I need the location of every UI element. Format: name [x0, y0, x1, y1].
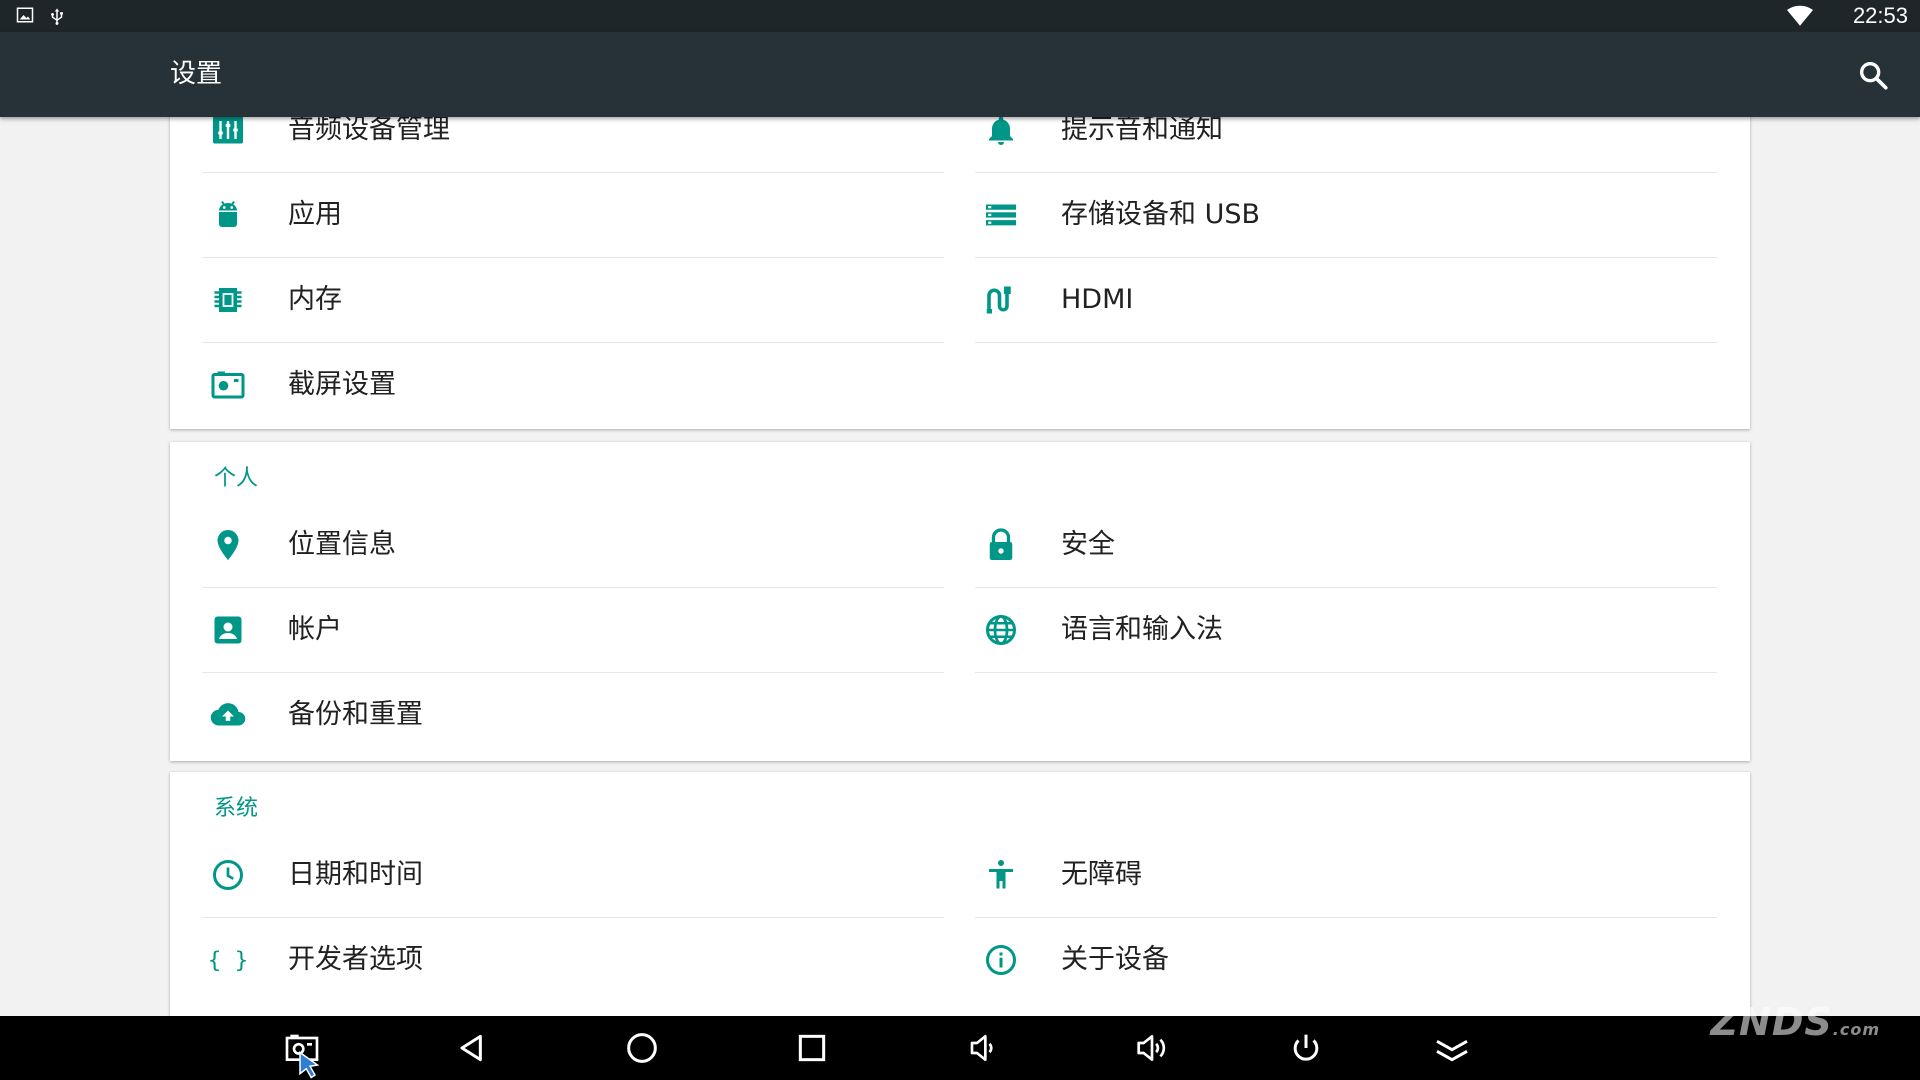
memory-chip-icon	[214, 288, 242, 312]
settings-item-memory[interactable]: 内存	[202, 258, 944, 343]
status-bar: 22:53	[0, 0, 1920, 32]
braces-icon: { }	[210, 948, 246, 974]
usb-icon	[51, 8, 63, 25]
home-icon[interactable]	[622, 1028, 662, 1068]
action-bar: 设置	[0, 32, 1920, 117]
settings-item-about-device[interactable]: 关于设备	[975, 918, 1717, 1002]
wifi-icon	[1786, 5, 1813, 26]
settings-item-label: 位置信息	[288, 529, 396, 560]
settings-item-label: 安全	[1061, 529, 1115, 560]
page-title: 设置	[170, 59, 223, 89]
settings-content[interactable]: 音频设备管理 应用 内存 截屏设置 提示音和通知 存储设备和 USB HDMI	[0, 117, 1920, 1016]
settings-item-accessibility[interactable]: 无障碍	[975, 833, 1717, 918]
section-header: 系统	[214, 796, 259, 821]
settings-item-label: 截屏设置	[288, 369, 396, 400]
settings-item-label: 备份和重置	[288, 699, 423, 730]
back-icon[interactable]	[452, 1028, 492, 1068]
clock-time: 22:53	[1852, 3, 1908, 28]
mouse-cursor-icon	[299, 1051, 320, 1079]
watermark-logo: ZNDS.com	[1710, 1000, 1880, 1044]
settings-item-accounts[interactable]: 帐户	[202, 588, 944, 673]
settings-item-screenshot[interactable]: 截屏设置	[202, 343, 944, 427]
volume-down-icon[interactable]	[962, 1028, 1002, 1068]
settings-item-label: 语言和输入法	[1061, 614, 1223, 645]
settings-item-storage-usb[interactable]: 存储设备和 USB	[975, 173, 1717, 258]
clock-icon	[213, 860, 243, 890]
settings-item-date-time[interactable]: 日期和时间	[202, 833, 944, 918]
search-icon[interactable]	[1856, 58, 1890, 92]
settings-item-label: 开发者选项	[288, 944, 423, 975]
settings-item-language-input[interactable]: 语言和输入法	[975, 588, 1717, 673]
info-icon	[986, 945, 1016, 975]
section-header: 个人	[214, 466, 259, 491]
settings-item-label: 日期和时间	[288, 859, 423, 890]
personal-card: 个人 位置信息 帐户 备份和重置 安全 语言和输入法	[170, 442, 1750, 761]
settings-item-audio-devices[interactable]: 音频设备管理	[202, 117, 944, 173]
image-icon	[16, 7, 34, 23]
hide-bar-icon[interactable]	[1432, 1028, 1472, 1068]
recents-icon[interactable]	[792, 1028, 832, 1068]
storage-icon	[986, 204, 1016, 226]
account-box-icon	[214, 616, 242, 644]
hdmi-cable-icon	[986, 286, 1011, 314]
settings-item-label: 音频设备管理	[288, 117, 450, 145]
settings-item-developer-options[interactable]: { } 开发者选项	[202, 918, 944, 1002]
settings-item-label: 关于设备	[1061, 944, 1169, 975]
equalizer-icon	[213, 117, 243, 144]
settings-item-sounds-notifications[interactable]: 提示音和通知	[975, 117, 1717, 173]
settings-item-label: 帐户	[288, 614, 342, 645]
globe-icon	[986, 615, 1016, 645]
settings-item-hdmi[interactable]: HDMI	[975, 258, 1717, 343]
settings-item-label: 提示音和通知	[1061, 117, 1223, 145]
bell-icon	[989, 117, 1013, 145]
settings-item-label: 无障碍	[1061, 859, 1142, 890]
settings-item-backup-reset[interactable]: 备份和重置	[202, 673, 944, 757]
volume-up-icon[interactable]	[1132, 1028, 1172, 1068]
svg-text:{ }: { }	[210, 948, 246, 974]
screenshot-icon	[211, 371, 245, 399]
settings-item-location[interactable]: 位置信息	[202, 503, 944, 588]
power-icon[interactable]	[1286, 1028, 1326, 1068]
accessibility-icon	[989, 860, 1013, 889]
settings-item-label: 内存	[288, 284, 342, 315]
system-card: 系统 日期和时间 { } 开发者选项 无障碍 关于设备	[170, 772, 1750, 1016]
cloud-upload-icon	[210, 703, 246, 726]
device-card: 音频设备管理 应用 内存 截屏设置 提示音和通知 存储设备和 USB HDMI	[170, 117, 1750, 429]
lock-icon	[989, 528, 1013, 560]
settings-item-label: 存储设备和 USB	[1061, 199, 1261, 230]
settings-item-label: HDMI	[1061, 284, 1134, 315]
settings-item-label: 应用	[288, 199, 342, 230]
navigation-bar	[0, 1016, 1920, 1080]
settings-item-security[interactable]: 安全	[975, 503, 1717, 588]
android-icon	[219, 200, 237, 227]
location-pin-icon	[217, 530, 239, 560]
settings-item-apps[interactable]: 应用	[202, 173, 944, 258]
